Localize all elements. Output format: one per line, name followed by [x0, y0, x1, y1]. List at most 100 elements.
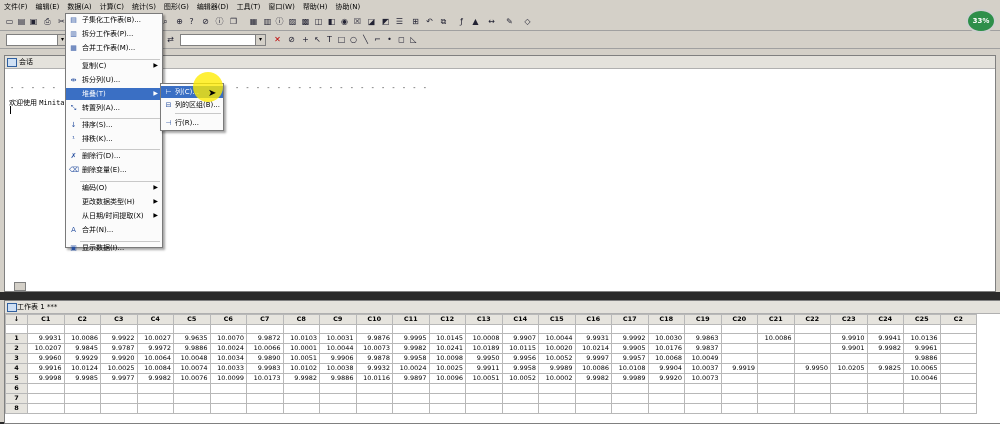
data-cell[interactable]: 10.0124 [63, 363, 101, 374]
column-name-cell[interactable] [720, 324, 758, 334]
new-icon[interactable]: ▭ [4, 16, 15, 27]
data-cell[interactable]: 9.9982 [392, 343, 430, 354]
menu-4[interactable]: 统计(S) [128, 2, 160, 12]
data-cell[interactable]: 10.0074 [173, 363, 211, 374]
column-header[interactable]: C8 [282, 314, 320, 325]
data-cell[interactable]: 9.9920 [100, 353, 138, 364]
menu-1[interactable]: 编辑(E) [32, 2, 64, 12]
column-name-cell[interactable] [465, 324, 503, 334]
menu-5[interactable]: 图形(G) [160, 2, 193, 12]
row-header[interactable]: 3 [5, 353, 28, 364]
data-menu-item-14[interactable]: A 合并(N)... [66, 224, 162, 236]
data-cell[interactable] [866, 393, 904, 404]
help-book-icon[interactable]: ◪ [366, 16, 377, 27]
row-header[interactable]: 2 [5, 343, 28, 354]
data-cell[interactable]: 9.9950 [793, 363, 831, 374]
data-cell[interactable] [647, 393, 685, 404]
data-cell[interactable]: 9.9845 [63, 343, 101, 354]
data-cell[interactable] [939, 383, 977, 394]
data-cell[interactable] [830, 383, 868, 394]
column-header[interactable]: C5 [173, 314, 211, 325]
column-header[interactable]: C4 [136, 314, 174, 325]
data-cell[interactable]: 9.9972 [136, 343, 174, 354]
data-cell[interactable] [757, 363, 795, 374]
data-cell[interactable]: 9.9941 [866, 333, 904, 344]
column-header[interactable]: C6 [209, 314, 247, 325]
data-cell[interactable] [720, 353, 758, 364]
data-cell[interactable] [793, 343, 831, 354]
data-cell[interactable]: 9.9995 [392, 333, 430, 344]
data-cell[interactable]: 10.0207 [27, 343, 65, 354]
data-cell[interactable]: 10.0020 [538, 343, 576, 354]
data-cell[interactable] [355, 393, 393, 404]
data-cell[interactable]: 10.0051 [465, 373, 503, 384]
column-name-cell[interactable] [209, 324, 247, 334]
column-header[interactable]: C20 [720, 314, 758, 325]
data-cell[interactable] [355, 403, 393, 414]
data-cell[interactable] [319, 383, 357, 394]
data-cell[interactable] [866, 383, 904, 394]
data-cell[interactable]: 10.0027 [136, 333, 174, 344]
copy-sheet-icon[interactable]: ⧉ [438, 16, 449, 27]
text-tool-icon[interactable]: T [324, 34, 335, 45]
data-cell[interactable]: 10.0241 [428, 343, 466, 354]
command-combo[interactable]: ▾ [6, 34, 68, 46]
column-name-cell[interactable] [793, 324, 831, 334]
column-header[interactable]: C22 [793, 314, 831, 325]
menu-2[interactable]: 数据(A) [63, 2, 95, 12]
column-name-cell[interactable] [866, 324, 904, 334]
column-header[interactable]: C23 [830, 314, 868, 325]
column-name-cell[interactable] [246, 324, 284, 334]
data-cell[interactable] [793, 373, 831, 384]
data-cell[interactable] [100, 383, 138, 394]
data-cell[interactable]: 10.0044 [319, 343, 357, 354]
save-icon[interactable]: ▣ [28, 16, 39, 27]
data-cell[interactable] [939, 333, 977, 344]
data-cell[interactable]: 10.0025 [428, 363, 466, 374]
data-cell[interactable]: 10.0008 [465, 333, 503, 344]
data-menu-item-15[interactable]: ▣ 显示数据(I)... [66, 242, 162, 254]
data-cell[interactable]: 10.0214 [574, 343, 612, 354]
data-cell[interactable]: 9.9989 [611, 373, 649, 384]
data-menu-item-5[interactable]: 堆叠(T) ▶ [66, 88, 162, 100]
data-cell[interactable]: 9.9919 [720, 363, 758, 374]
data-cell[interactable]: 10.0024 [392, 363, 430, 374]
data-cell[interactable] [720, 343, 758, 354]
worksheet-titlebar[interactable]: 工作表 1 *** [5, 301, 1000, 314]
column-name-cell[interactable] [939, 324, 977, 334]
data-cell[interactable] [903, 403, 941, 414]
data-cell[interactable]: 9.9876 [355, 333, 393, 344]
polyline-icon[interactable]: ⌐ [372, 34, 383, 45]
data-cell[interactable] [246, 393, 284, 404]
data-cell[interactable] [757, 373, 795, 384]
column-name-cell[interactable] [27, 324, 65, 334]
data-cell[interactable] [684, 403, 722, 414]
data-cell[interactable] [465, 393, 503, 404]
data-cell[interactable] [428, 383, 466, 394]
data-cell[interactable]: 10.0066 [246, 343, 284, 354]
data-cell[interactable] [757, 383, 795, 394]
column-header[interactable]: C15 [538, 314, 576, 325]
data-cell[interactable]: 10.0065 [903, 363, 941, 374]
data-cell[interactable]: 10.0073 [355, 343, 393, 354]
data-cell[interactable] [282, 403, 320, 414]
data-cell[interactable] [830, 353, 868, 364]
data-cell[interactable] [355, 383, 393, 394]
data-cell[interactable] [209, 403, 247, 414]
data-cell[interactable] [684, 383, 722, 394]
worksheet-grid[interactable]: ↓ C1 C2 C3 C4 C5 C6 C7 C8 C9 C10 C11 C12 C13 C14 C15 C16… [5, 314, 977, 414]
data-cell[interactable] [173, 383, 211, 394]
worksheet-window[interactable]: 工作表 1 *** ↓ C1 C2 C3 C4 C5 C6 C7 C8 C9 C10 C11 C12 C1… [4, 300, 1000, 424]
copy-icon[interactable]: ❐ [228, 16, 239, 27]
data-cell[interactable]: 10.0064 [136, 353, 174, 364]
column-header[interactable]: C14 [501, 314, 539, 325]
column-name-cell[interactable] [319, 324, 357, 334]
data-cell[interactable] [27, 403, 65, 414]
data-cell[interactable]: 10.0073 [684, 373, 722, 384]
data-menu-item-0[interactable]: ▤ 子集化工作表(B)... [66, 14, 162, 26]
data-menu-item-10[interactable]: ⌫ 删除变量(E)... [66, 164, 162, 176]
column-name-cell[interactable] [282, 324, 320, 334]
data-cell[interactable] [939, 343, 977, 354]
data-cell[interactable]: 10.0051 [282, 353, 320, 364]
status-icon[interactable]: ◉ [339, 16, 350, 27]
